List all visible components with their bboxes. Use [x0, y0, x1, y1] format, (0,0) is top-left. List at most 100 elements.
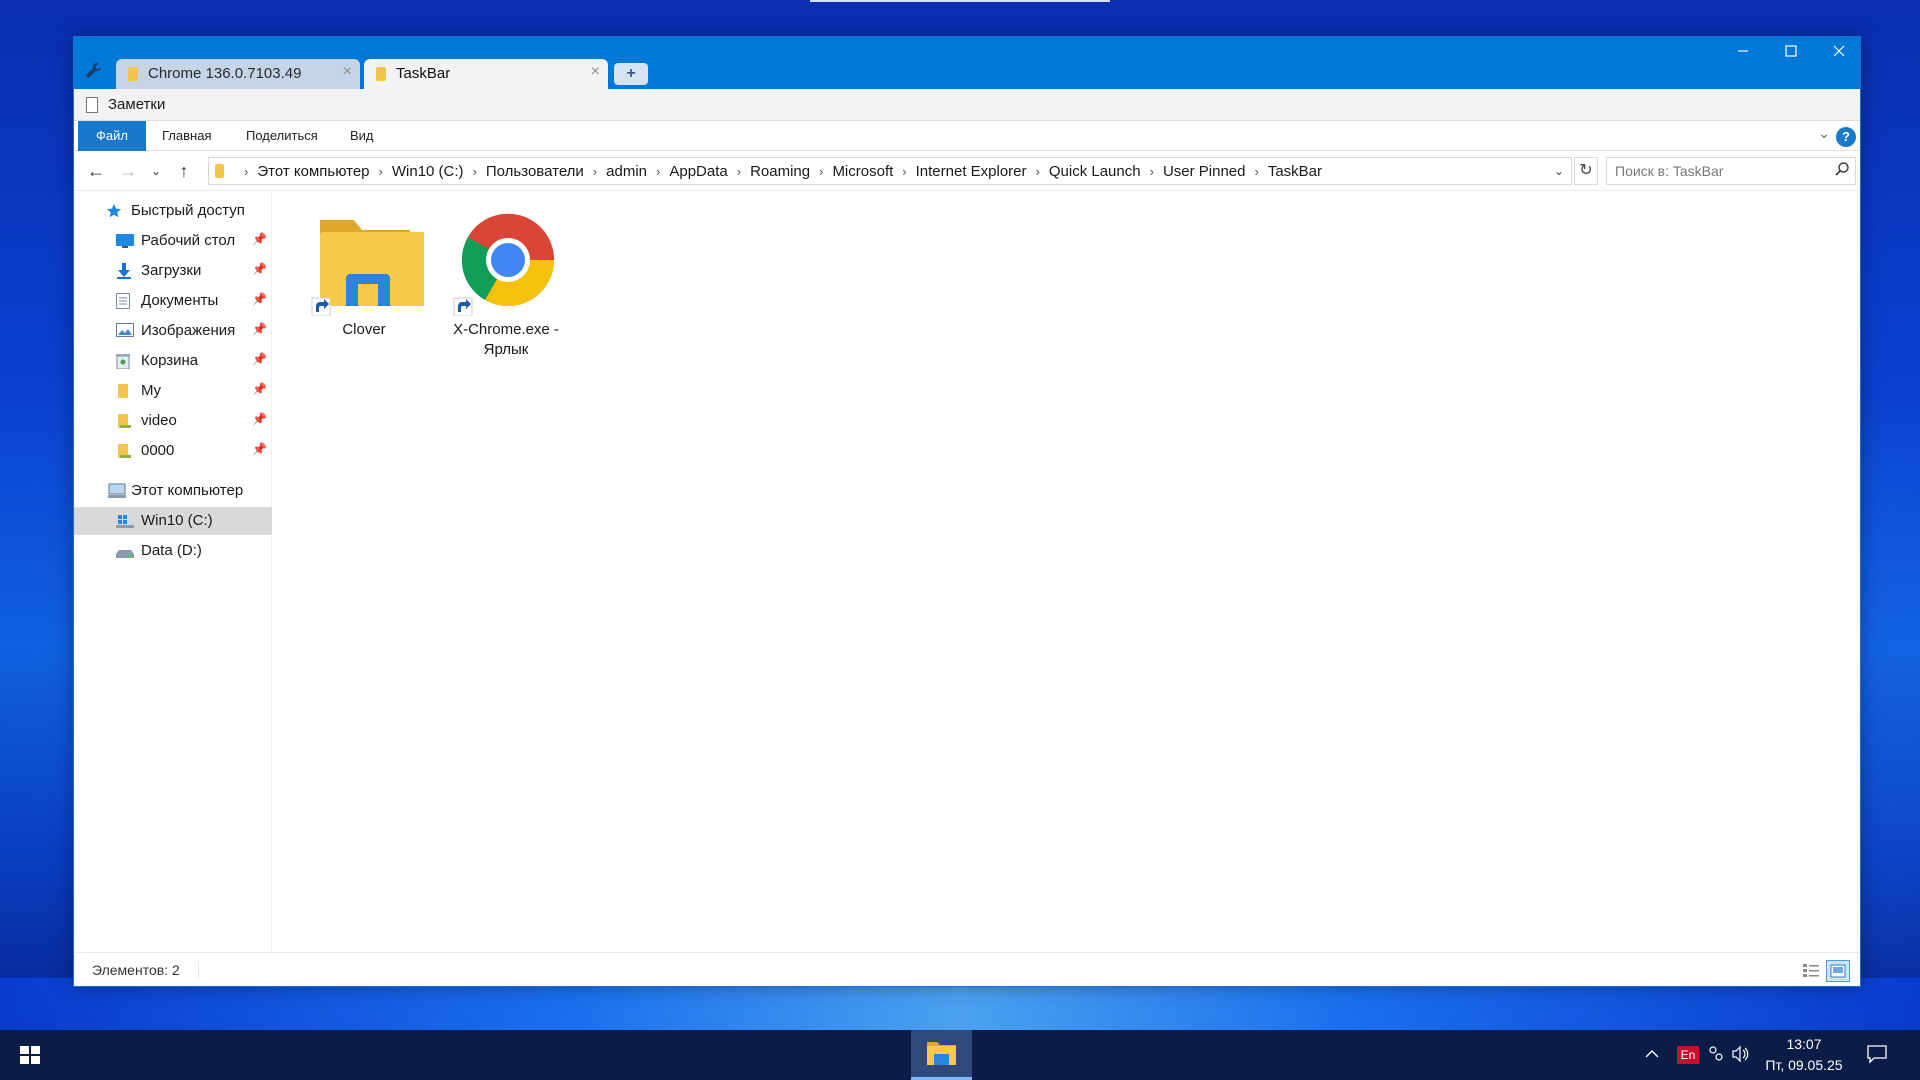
wrench-icon[interactable]	[82, 61, 104, 83]
folder-icon	[128, 67, 138, 81]
close-button[interactable]	[1815, 37, 1863, 69]
back-button[interactable]: ←	[84, 159, 108, 183]
volume-icon[interactable]	[1730, 1044, 1750, 1080]
pin-icon[interactable]: 📌	[252, 292, 267, 306]
sidebar-item-label: Win10 (C:)	[141, 512, 213, 529]
pin-icon[interactable]: 📌	[252, 322, 267, 336]
pin-icon[interactable]: 📌	[252, 262, 267, 276]
pin-icon[interactable]: 📌	[252, 232, 267, 246]
taskbar: En 13:07 Пт, 09.05.25	[0, 1030, 1920, 1080]
breadcrumb-item[interactable]: Win10 (C:)	[392, 163, 464, 180]
chrome-shortcut-icon	[453, 213, 555, 317]
maximize-button[interactable]	[1767, 37, 1815, 69]
start-button[interactable]	[0, 1030, 60, 1080]
pin-icon[interactable]: 📌	[252, 382, 267, 396]
sidebar-item-label: Корзина	[141, 352, 199, 369]
breadcrumb-item[interactable]: Roaming	[750, 163, 810, 180]
sidebar-item-label: My	[141, 382, 161, 399]
folder-icon	[118, 383, 134, 399]
ribbon-tab-view[interactable]: Вид	[336, 121, 388, 151]
breadcrumb: › Этот компьютер › Win10 (C:) › Пользователи ›…	[244, 163, 1323, 180]
search-box	[1606, 157, 1856, 185]
sidebar-item-recycle-bin[interactable]: Корзина 📌	[74, 347, 272, 375]
file-item-clover[interactable]: Clover	[294, 212, 434, 340]
forward-button[interactable]: →	[116, 159, 140, 183]
sidebar-item-drive-d[interactable]: Data (D:)	[74, 537, 272, 565]
ribbon-tab-home[interactable]: Главная	[148, 121, 225, 151]
close-icon[interactable]: ×	[591, 63, 600, 81]
ribbon: Файл Главная Поделиться Вид ⌄ ?	[74, 121, 1860, 151]
desktop-icon	[116, 233, 134, 249]
breadcrumb-item[interactable]: Quick Launch	[1049, 163, 1141, 180]
file-item-x-chrome[interactable]: X-Chrome.exe - Ярлык	[436, 212, 576, 360]
new-tab-button[interactable]: +	[614, 63, 648, 85]
downloads-icon	[116, 263, 132, 279]
windows-icon	[20, 1046, 40, 1064]
pin-icon[interactable]: 📌	[252, 442, 267, 456]
breadcrumb-item[interactable]: Пользователи	[486, 163, 584, 180]
explorer-window: Chrome 136.0.7103.49 × TaskBar × + Замет…	[73, 36, 1861, 987]
sidebar-item-video[interactable]: video 📌	[74, 407, 272, 435]
clock-time: 13:07	[1786, 1036, 1822, 1052]
sidebar-item-my[interactable]: My 📌	[74, 377, 272, 405]
large-icons-view-button[interactable]	[1826, 960, 1850, 982]
documents-icon	[116, 293, 132, 309]
breadcrumb-item[interactable]: TaskBar	[1268, 163, 1322, 180]
ribbon-tab-file[interactable]: Файл	[78, 121, 146, 151]
chevron-down-icon[interactable]: ⌄	[1818, 125, 1830, 142]
file-list: Clover X-Chrome.exe - Ярлык	[274, 192, 1860, 952]
system-drive-icon	[116, 513, 134, 529]
breadcrumb-item[interactable]: admin	[606, 163, 647, 180]
chevron-down-icon[interactable]: ⌄	[1547, 158, 1571, 184]
minimize-button[interactable]	[1719, 37, 1767, 69]
language-indicator[interactable]: En	[1677, 1046, 1699, 1064]
item-count: Элементов: 2	[92, 962, 180, 978]
breadcrumb-item[interactable]: Microsoft	[832, 163, 893, 180]
tab-taskbar[interactable]: TaskBar ×	[364, 59, 608, 89]
refresh-button[interactable]: ↻	[1574, 157, 1598, 185]
drive-icon	[116, 543, 134, 559]
sidebar-item-downloads[interactable]: Загрузки 📌	[74, 257, 272, 285]
breadcrumb-item[interactable]: AppData	[669, 163, 727, 180]
file-name-line1: X-Chrome.exe -	[453, 321, 559, 338]
network-icon[interactable]	[1706, 1044, 1726, 1080]
sidebar-item-0000[interactable]: 0000 📌	[74, 437, 272, 465]
sidebar-item-quick-access[interactable]: Быстрый доступ	[74, 197, 272, 225]
breadcrumb-item[interactable]: Этот компьютер	[257, 163, 369, 180]
sidebar-item-pictures[interactable]: Изображения 📌	[74, 317, 272, 345]
up-button[interactable]: ↑	[172, 159, 196, 183]
sidebar-item-label: Этот компьютер	[131, 482, 244, 499]
clock[interactable]: 13:07 Пт, 09.05.25	[1754, 1034, 1854, 1076]
search-icon[interactable]	[1835, 162, 1849, 180]
pin-icon[interactable]: 📌	[252, 352, 267, 366]
breadcrumb-item[interactable]: Internet Explorer	[916, 163, 1027, 180]
notifications-icon[interactable]	[1866, 1044, 1888, 1064]
folder-icon	[376, 67, 386, 81]
details-view-button[interactable]	[1800, 960, 1824, 982]
notes-label: Заметки	[108, 96, 166, 113]
clock-date: Пт, 09.05.25	[1765, 1057, 1843, 1073]
sidebar-item-desktop[interactable]: Рабочий стол 📌	[74, 227, 272, 255]
tab-chrome[interactable]: Chrome 136.0.7103.49 ×	[116, 59, 360, 89]
close-icon[interactable]: ×	[343, 63, 352, 81]
sidebar-item-this-pc[interactable]: Этот компьютер	[74, 477, 272, 505]
address-bar[interactable]: › Этот компьютер › Win10 (C:) › Пользователи ›…	[208, 157, 1572, 185]
chevron-up-icon[interactable]	[1644, 1046, 1660, 1080]
breadcrumb-item[interactable]: User Pinned	[1163, 163, 1246, 180]
sidebar-item-label: 0000	[141, 442, 175, 459]
taskbar-explorer-button[interactable]	[911, 1030, 972, 1080]
sidebar-item-label: Документы	[141, 292, 219, 309]
sidebar-item-documents[interactable]: Документы 📌	[74, 287, 272, 315]
help-button[interactable]: ?	[1836, 127, 1856, 147]
recent-locations-button[interactable]: ⌄	[144, 159, 168, 183]
notes-bar[interactable]: Заметки	[74, 89, 1860, 121]
folder-shortcut-icon	[311, 220, 428, 317]
sidebar-item-drive-c[interactable]: Win10 (C:)	[74, 507, 272, 535]
search-input[interactable]	[1607, 158, 1827, 184]
pin-icon[interactable]: 📌	[252, 412, 267, 426]
ribbon-tab-share[interactable]: Поделиться	[232, 121, 332, 151]
recycle-bin-icon	[116, 353, 132, 370]
sidebar-item-label: Загрузки	[141, 262, 202, 279]
folder-icon	[215, 164, 224, 178]
title-bar: Chrome 136.0.7103.49 × TaskBar × +	[74, 37, 1860, 89]
